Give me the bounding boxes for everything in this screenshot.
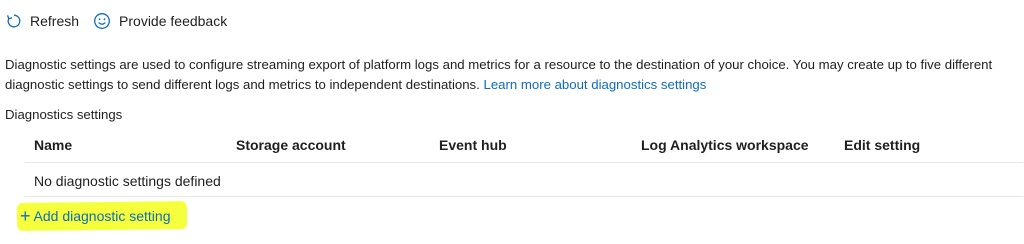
column-header-storage-account[interactable]: Storage account <box>236 137 346 153</box>
feedback-label: Provide feedback <box>119 13 228 29</box>
description: Diagnostic settings are used to configur… <box>5 55 995 95</box>
smiley-icon <box>94 13 110 29</box>
table-header: Name Storage account Event hub Log Analy… <box>25 127 1023 163</box>
column-header-name[interactable]: Name <box>34 137 72 153</box>
column-header-event-hub[interactable]: Event hub <box>439 137 507 153</box>
refresh-icon <box>6 14 21 28</box>
refresh-button[interactable]: Refresh <box>6 13 79 29</box>
diagnostic-settings-table: Name Storage account Event hub Log Analy… <box>25 127 1023 197</box>
command-bar: Refresh Provide feedback <box>6 9 241 33</box>
add-diagnostic-setting-label: Add diagnostic setting <box>33 208 171 224</box>
add-diagnostic-setting-button[interactable]: + Add diagnostic setting <box>20 203 185 229</box>
learn-more-link[interactable]: Learn more about diagnostics settings <box>483 77 706 92</box>
column-header-log-analytics-workspace[interactable]: Log Analytics workspace <box>641 137 809 153</box>
section-title: Diagnostics settings <box>5 107 123 122</box>
empty-message: No diagnostic settings defined <box>34 173 221 189</box>
plus-icon: + <box>20 206 31 226</box>
refresh-label: Refresh <box>30 13 80 29</box>
table-empty-row: No diagnostic settings defined <box>25 163 1023 197</box>
column-header-edit-setting[interactable]: Edit setting <box>844 137 920 153</box>
provide-feedback-button[interactable]: Provide feedback <box>93 12 227 30</box>
